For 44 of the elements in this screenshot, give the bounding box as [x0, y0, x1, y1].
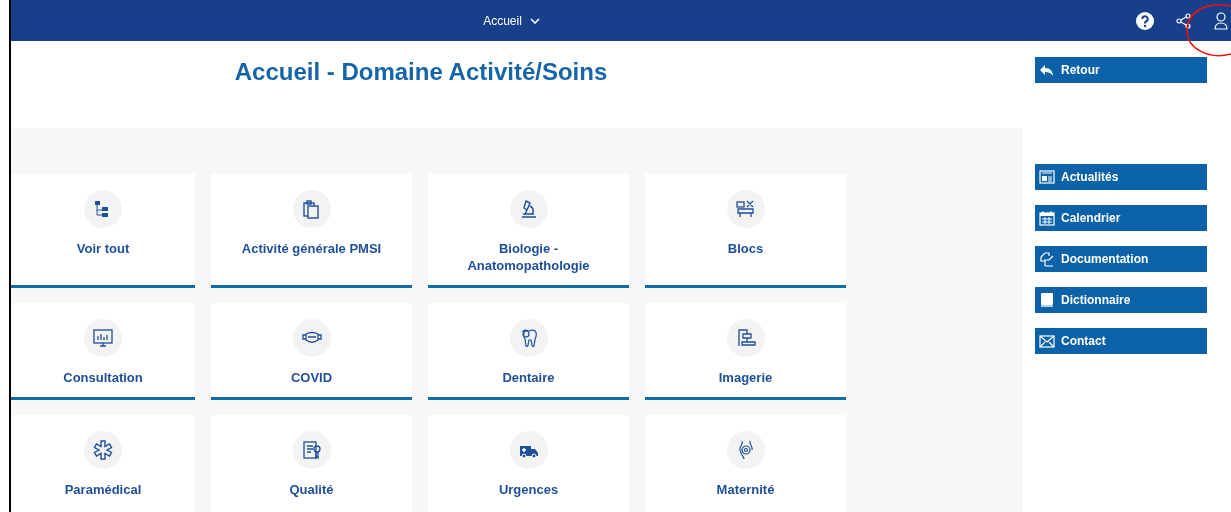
tile-label: Qualité	[288, 481, 335, 498]
user-icon[interactable]	[1214, 11, 1228, 30]
category-tile[interactable]: Activité générale PMSI	[211, 174, 412, 288]
calendar-icon	[1039, 210, 1055, 226]
book-icon	[1039, 292, 1055, 308]
side-link-button[interactable]: Dictionnaire	[1035, 287, 1207, 313]
page-menu[interactable]: Accueil	[483, 11, 540, 30]
category-tile[interactable]: Imagerie	[645, 303, 846, 400]
tile-label: Urgences	[497, 481, 560, 498]
category-tile[interactable]: Biologie - Anatomopathologie	[428, 174, 629, 288]
share-icon[interactable]	[1176, 12, 1192, 29]
category-tile[interactable]: Blocs	[645, 174, 846, 288]
category-tile[interactable]: Voir tout	[11, 174, 195, 288]
tile-label: Maternité	[715, 481, 776, 498]
operating-room-icon	[734, 198, 757, 220]
monitor-icon	[92, 327, 114, 349]
chevron-down-icon	[529, 17, 540, 24]
category-tile[interactable]: COVID	[211, 303, 412, 400]
tile-label: Consultation	[62, 369, 144, 386]
tile-label: Blocs	[726, 240, 765, 257]
side-link-button[interactable]: Contact	[1035, 328, 1207, 354]
category-tile[interactable]: Dentaire	[428, 303, 629, 400]
category-tile[interactable]: Paramédical	[11, 415, 195, 512]
help-icon[interactable]	[1136, 11, 1154, 30]
news-icon	[1039, 169, 1055, 185]
tile-label: Activité générale PMSI	[240, 240, 383, 257]
tile-label: COVID	[289, 369, 334, 386]
tile-label: Paramédical	[63, 481, 143, 498]
side-link-button[interactable]: Calendrier	[1035, 205, 1207, 231]
tile-label: Dentaire	[501, 369, 556, 386]
tile-label: Biologie - Anatomopathologie	[466, 240, 591, 274]
page-title: Accueil - Domaine Activité/Soins	[234, 57, 608, 84]
category-tile[interactable]: Qualité	[211, 415, 412, 512]
tile-label: Imagerie	[717, 369, 774, 386]
side-link-button[interactable]: Actualités	[1035, 164, 1207, 190]
category-tile[interactable]: Consultation	[11, 303, 195, 400]
back-button[interactable]: Retour	[1035, 57, 1207, 83]
envelope-icon	[1039, 333, 1055, 349]
tile-label: Voir tout	[75, 240, 131, 257]
category-tile[interactable]: Maternité	[645, 415, 846, 512]
medical-cross-icon	[92, 439, 114, 461]
certificate-icon	[300, 439, 323, 461]
side-link-button[interactable]: Documentation	[1035, 246, 1207, 272]
category-tile[interactable]: Urgences	[428, 415, 629, 512]
